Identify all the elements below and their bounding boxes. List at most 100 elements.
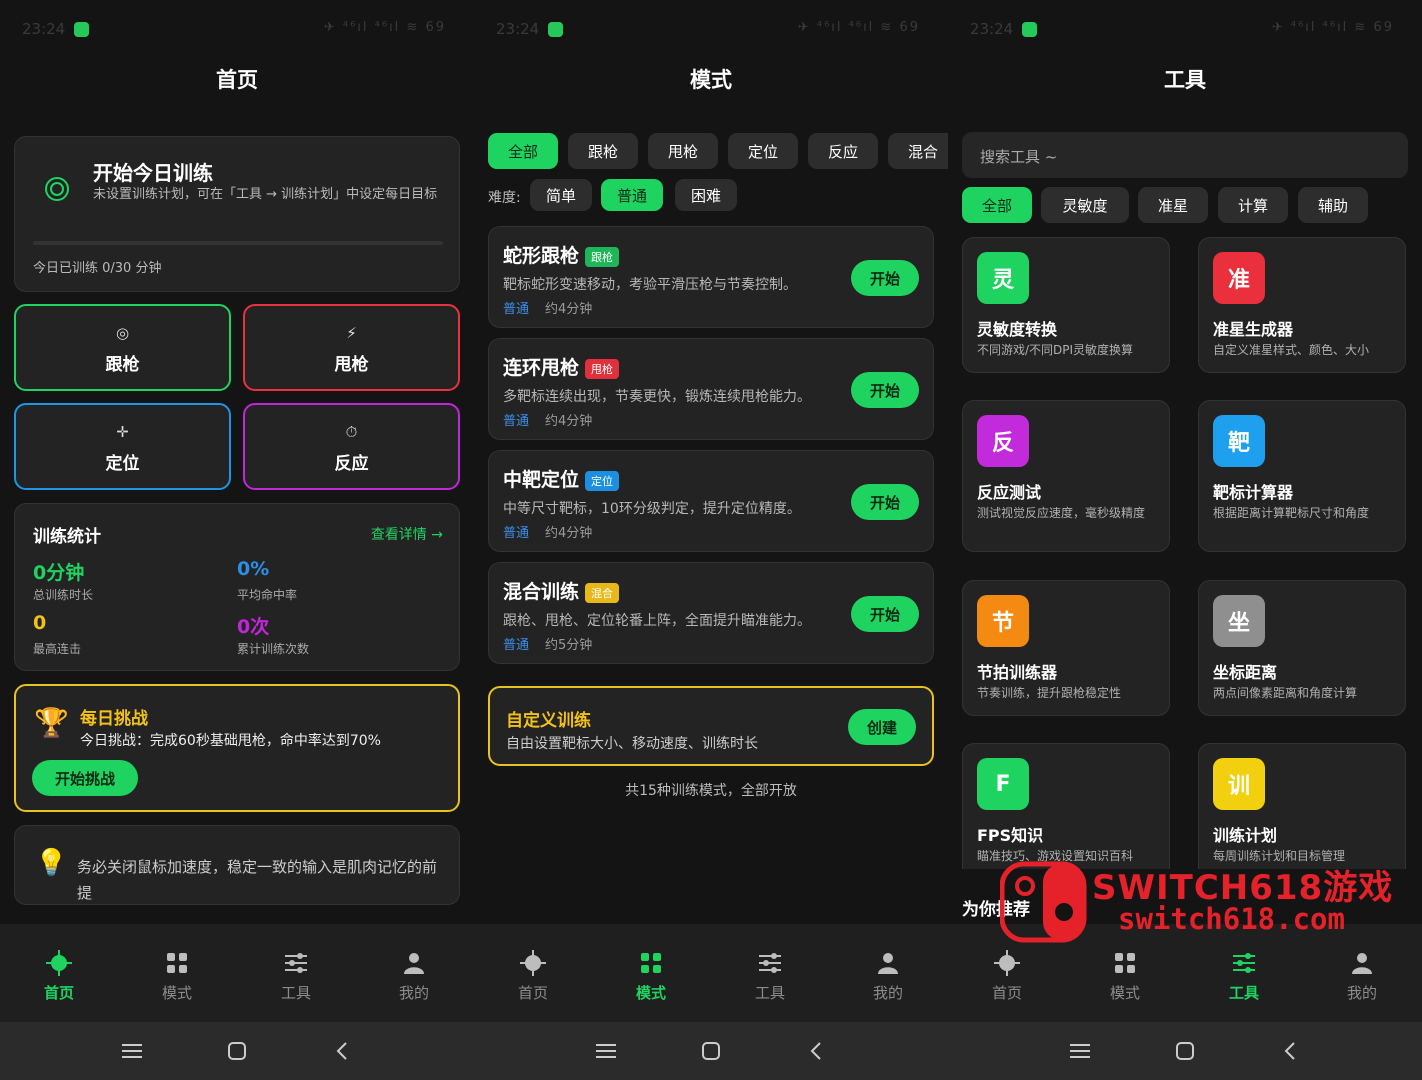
today-progress-bar <box>33 241 443 245</box>
nav-item-0[interactable]: 首页 <box>19 948 99 1003</box>
modes-footer: 共15种训练模式，全部开放 <box>625 783 797 799</box>
tool-filter-chip-3[interactable]: 计算 <box>1218 187 1288 223</box>
tool-filter-chip-2[interactable]: 准星 <box>1138 187 1208 223</box>
user-icon <box>374 948 454 978</box>
filter-chip-4[interactable]: 反应 <box>808 133 878 169</box>
start-button[interactable]: 开始 <box>851 484 919 520</box>
mode-card[interactable]: 蛇形跟枪 跟枪 靶标蛇形变速移动，考验平滑压枪与节奏控制。 普通 约4分钟 开始 <box>488 226 934 328</box>
home-square-icon[interactable] <box>699 1039 723 1063</box>
home-icon <box>19 948 99 978</box>
start-button[interactable]: 开始 <box>851 372 919 408</box>
sliders-icon <box>256 948 336 978</box>
custom-title: 自定义训练 <box>506 711 591 731</box>
mode-card-time: 约4分钟 <box>545 526 593 541</box>
mode-tile[interactable]: ⚡ 甩枪 <box>243 304 460 391</box>
nav-item-2[interactable]: 工具 <box>1204 948 1284 1003</box>
mode-card[interactable]: 混合训练 混合 跟枪、甩枪、定位轮番上阵，全面提升瞄准能力。 普通 约5分钟 开始 <box>488 562 934 664</box>
mode-card-tag: 定位 <box>585 470 620 491</box>
tool-desc: 自定义准星样式、颜色、大小 <box>1213 343 1370 357</box>
nav-label: 我的 <box>1346 984 1377 1002</box>
filter-chip-0[interactable]: 全部 <box>488 133 558 169</box>
modes-screen: 23:24 ✈ ⁴⁶ıl ⁴⁶ıl ≋ 69 模式 全部 跟枪 甩枪 定位 反应 混合 难… <box>474 0 948 1080</box>
tool-name: 准星生成器 <box>1213 320 1294 339</box>
sliders-icon <box>730 948 810 978</box>
home-square-icon[interactable] <box>225 1039 249 1063</box>
start-button[interactable]: 开始 <box>851 260 919 296</box>
watermark: SWITCH618游戏 switch618.com <box>1000 840 1420 950</box>
nav-item-2[interactable]: 工具 <box>730 948 810 1003</box>
nav-label: 首页 <box>991 984 1022 1002</box>
filter-chip-5[interactable]: 混合 <box>888 133 948 169</box>
filter-chip-2[interactable]: 甩枪 <box>648 133 718 169</box>
status-time: 23:24 <box>970 20 1014 38</box>
nav-label: 我的 <box>398 984 429 1002</box>
difficulty-chip-0[interactable]: 简单 <box>530 179 592 211</box>
create-button[interactable]: 创建 <box>848 709 916 745</box>
tool-filter-chip-0[interactable]: 全部 <box>962 187 1032 223</box>
mode-tile[interactable]: ◎ 跟枪 <box>14 304 231 391</box>
nav-label: 首页 <box>517 984 548 1002</box>
filter-chip-3[interactable]: 定位 <box>728 133 798 169</box>
tool-name: 节拍训练器 <box>977 663 1058 682</box>
mode-tile[interactable]: ✛ 定位 <box>14 403 231 490</box>
stat-value: 0次 <box>237 616 270 638</box>
nav-label: 工具 <box>280 984 311 1002</box>
nav-label: 我的 <box>872 984 903 1002</box>
tool-card[interactable]: 节节拍训练器 节奏训练，提升跟枪稳定性 <box>962 580 1170 716</box>
tool-card[interactable]: 坐坐标距离 两点间像素距离和角度计算 <box>1198 580 1406 716</box>
tool-desc: 节奏训练，提升跟枪稳定性 <box>977 686 1122 700</box>
status-time: 23:24 <box>22 20 66 38</box>
back-icon[interactable] <box>330 1039 354 1063</box>
nav-item-1[interactable]: 模式 <box>1085 948 1165 1003</box>
nav-item-3[interactable]: 我的 <box>1322 948 1402 1003</box>
custom-training-card[interactable]: 自定义训练 自由设置靶标大小、移动速度、训练时长 创建 <box>488 686 934 766</box>
back-icon[interactable] <box>804 1039 828 1063</box>
nav-item-1[interactable]: 模式 <box>611 948 691 1003</box>
mode-tile[interactable]: ⏱ 反应 <box>243 403 460 490</box>
nav-item-1[interactable]: 模式 <box>137 948 217 1003</box>
nav-item-0[interactable]: 首页 <box>967 948 1047 1003</box>
stat-value: 0 <box>33 612 47 634</box>
nav-item-2[interactable]: 工具 <box>256 948 336 1003</box>
back-icon[interactable] <box>1278 1039 1302 1063</box>
today-training-card[interactable]: 开始今日训练 未设置训练计划，可在「工具 → 训练计划」中设定每日目标 今日已训… <box>14 136 460 292</box>
menu-icon[interactable] <box>1068 1039 1092 1063</box>
status-time: 23:24 <box>496 20 540 38</box>
tool-card[interactable]: 靶靶标计算器 根据距离计算靶标尺寸和角度 <box>1198 400 1406 552</box>
tool-filter-chip-1[interactable]: 灵敏度 <box>1041 187 1129 223</box>
difficulty-chip-1[interactable]: 普通 <box>601 179 663 211</box>
mode-card-meta: 普通 约5分钟 <box>503 634 592 653</box>
challenge-desc: 今日挑战：完成60秒基础甩枪，命中率达到70% <box>80 733 381 749</box>
mode-card[interactable]: 中靶定位 定位 中等尺寸靶标，10环分级判定，提升定位精度。 普通 约4分钟 开始 <box>488 450 934 552</box>
tool-card[interactable]: 准准星生成器 自定义准星样式、颜色、大小 <box>1198 237 1406 373</box>
filter-chip-1[interactable]: 跟枪 <box>568 133 638 169</box>
mode-tile-label: 反应 <box>334 454 369 474</box>
nav-item-0[interactable]: 首页 <box>493 948 573 1003</box>
mode-card-tag: 混合 <box>585 582 620 603</box>
today-title: 开始今日训练 <box>93 161 213 185</box>
start-challenge-button[interactable]: 开始挑战 <box>32 760 138 796</box>
search-input[interactable]: 搜索工具 ~ <box>962 132 1408 178</box>
tool-desc: 根据距离计算靶标尺寸和角度 <box>1213 506 1370 520</box>
tool-card[interactable]: 灵灵敏度转换 不同游戏/不同DPI灵敏度换算 <box>962 237 1170 373</box>
tip-text: 务必关闭鼠标加速度，稳定一致的输入是肌肉记忆的前提 <box>77 858 438 902</box>
difficulty-chip-2[interactable]: 困难 <box>675 179 737 211</box>
mode-card-desc: 跟枪、甩枪、定位轮番上阵，全面提升瞄准能力。 <box>503 613 811 629</box>
nav-item-3[interactable]: 我的 <box>848 948 928 1003</box>
tool-name: 坐标距离 <box>1213 663 1278 682</box>
nav-item-3[interactable]: 我的 <box>374 948 454 1003</box>
tool-filter-chip-4[interactable]: 辅助 <box>1298 187 1368 223</box>
stats-detail-link[interactable]: 查看详情 → <box>371 524 443 544</box>
home-square-icon[interactable] <box>1173 1039 1197 1063</box>
tool-icon: 灵 <box>977 252 1029 304</box>
mode-card-desc: 多靶标连续出现，节奏更快，锻炼连续甩枪能力。 <box>503 389 811 405</box>
tool-icon: 坐 <box>1213 595 1265 647</box>
menu-icon[interactable] <box>120 1039 144 1063</box>
mode-card-level: 普通 <box>503 302 530 317</box>
menu-icon[interactable] <box>594 1039 618 1063</box>
tool-name: 反应测试 <box>977 483 1042 502</box>
start-button[interactable]: 开始 <box>851 596 919 632</box>
tool-card[interactable]: 反反应测试 测试视觉反应速度，毫秒级精度 <box>962 400 1170 552</box>
mode-card[interactable]: 连环甩枪 甩枪 多靶标连续出现，节奏更快，锻炼连续甩枪能力。 普通 约4分钟 开始 <box>488 338 934 440</box>
stat-value: 0分钟 <box>33 562 85 584</box>
